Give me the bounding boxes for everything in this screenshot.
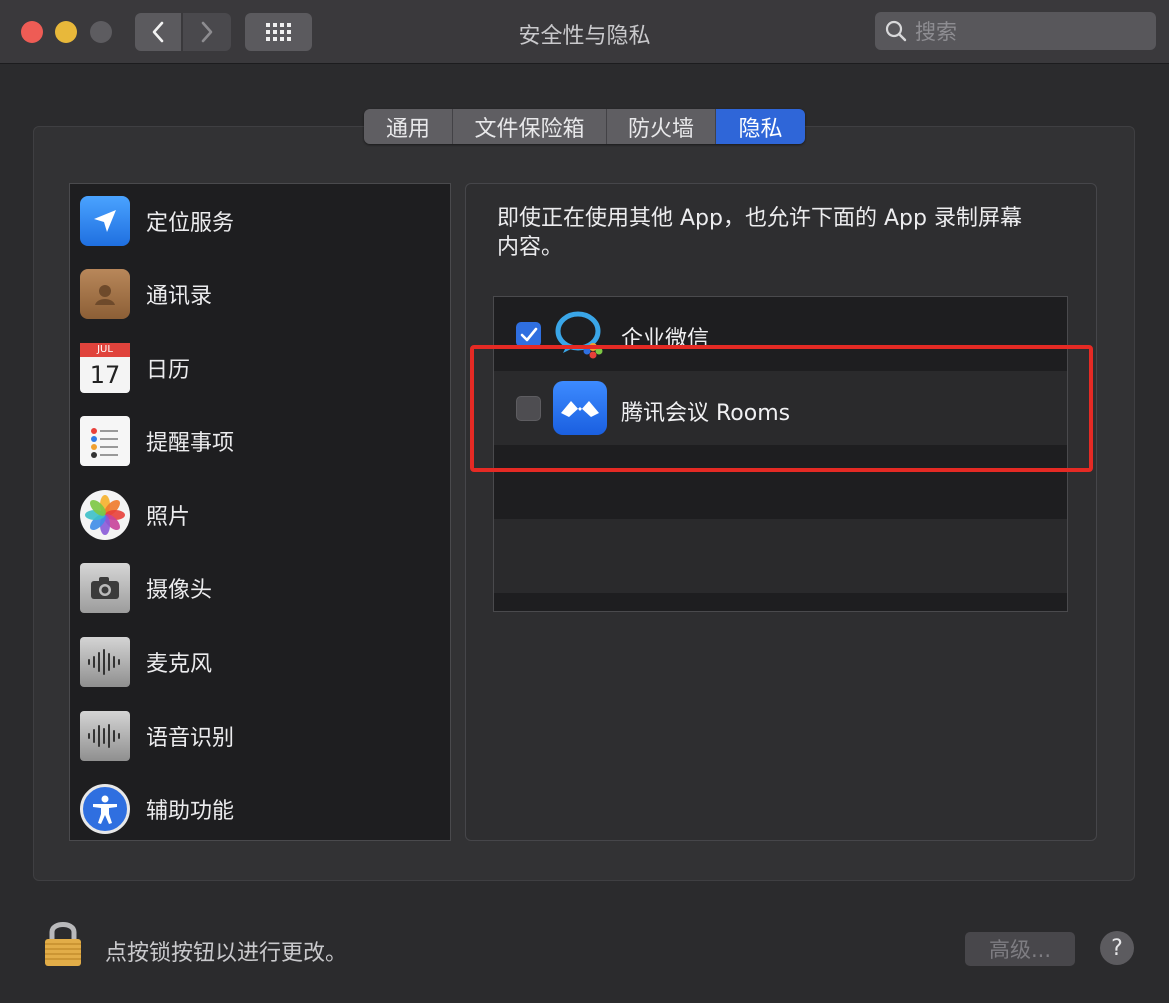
sidebar-item-calendar[interactable]: JUL 17 日历 <box>80 338 440 398</box>
advanced-button[interactable]: 高级... <box>965 932 1075 966</box>
reminders-icon <box>80 416 130 466</box>
sidebar-item-label: 语音识别 <box>146 726 235 751</box>
description-line: 内容。 <box>497 235 564 260</box>
search-placeholder: 搜索 <box>915 20 957 44</box>
search-field[interactable]: 搜索 <box>875 12 1156 50</box>
sidebar-item-photos[interactable]: 照片 <box>80 485 440 545</box>
sidebar-item-label: 通讯录 <box>146 284 213 309</box>
sidebar-item-label: 日历 <box>146 358 191 383</box>
highlight-annotation <box>470 345 1093 472</box>
microphone-waveform-icon <box>80 637 130 687</box>
padlock-icon <box>45 922 81 966</box>
wecom-checkbox[interactable] <box>516 322 541 347</box>
tab-filevault[interactable]: 文件保险箱 <box>453 109 607 144</box>
list-row <box>494 519 1067 593</box>
sidebar-item-camera[interactable]: 摄像头 <box>80 558 440 618</box>
camera-icon <box>80 563 130 613</box>
sidebar-item-label: 提醒事项 <box>146 431 235 456</box>
calendar-icon: JUL 17 <box>80 343 130 393</box>
sidebar-item-label: 麦克风 <box>146 652 213 677</box>
sidebar-item-label: 辅助功能 <box>146 799 235 824</box>
photos-flower-icon <box>80 490 130 540</box>
sidebar-item-location-services[interactable]: 定位服务 <box>80 191 440 251</box>
privacy-category-list: 定位服务 通讯录 JUL 17 日历 提醒事项 照片 摄像头 麦克风 语音识别 … <box>69 183 451 841</box>
sidebar-item-label: 定位服务 <box>146 211 235 236</box>
lock-hint-text: 点按锁按钮以进行更改。 <box>105 941 348 966</box>
accessibility-icon <box>80 784 130 834</box>
description-line: 即使正在使用其他 App，也允许下面的 App 录制屏幕 <box>497 206 1022 231</box>
sidebar-item-reminders[interactable]: 提醒事项 <box>80 411 440 471</box>
sidebar-item-microphone[interactable]: 麦克风 <box>80 632 440 692</box>
calendar-month: JUL <box>80 343 130 357</box>
sidebar-item-accessibility[interactable]: 辅助功能 <box>80 779 440 839</box>
panel-description: 即使正在使用其他 App，也允许下面的 App 录制屏幕 内容。 <box>497 204 1067 262</box>
checkmark-icon <box>520 327 537 341</box>
contacts-book-icon <box>80 269 130 319</box>
tab-firewall[interactable]: 防火墙 <box>607 109 716 144</box>
calendar-day: 17 <box>89 361 121 389</box>
sidebar-item-label: 摄像头 <box>146 578 213 603</box>
title-bar: 安全性与隐私 搜索 <box>0 0 1169 64</box>
sidebar-item-contacts[interactable]: 通讯录 <box>80 264 440 324</box>
tab-bar: 通用 文件保险箱 防火墙 隐私 <box>364 109 805 144</box>
help-button[interactable]: ? <box>1100 931 1134 965</box>
sidebar-item-speech-recognition[interactable]: 语音识别 <box>80 706 440 766</box>
lock-button[interactable] <box>43 918 83 972</box>
search-icon <box>885 20 907 42</box>
tab-general[interactable]: 通用 <box>364 109 453 144</box>
location-arrow-icon <box>80 196 130 246</box>
sidebar-item-label: 照片 <box>146 505 191 530</box>
speech-waveform-icon <box>80 711 130 761</box>
tab-privacy[interactable]: 隐私 <box>716 109 805 144</box>
